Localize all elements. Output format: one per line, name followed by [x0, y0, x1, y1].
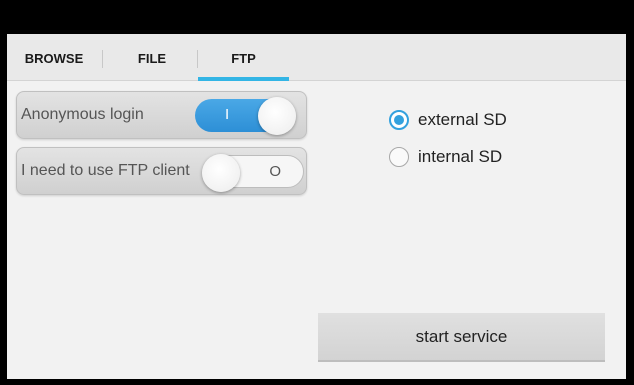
ftp-client-row: I need to use FTP client O [16, 147, 307, 195]
app-screen: BROWSE FILE FTP Anonymous login I I need… [7, 34, 626, 379]
switch-on-mark: I [225, 106, 230, 123]
radio-unchecked-icon[interactable] [389, 147, 409, 167]
start-service-button[interactable]: start service [318, 313, 605, 362]
status-bar [0, 0, 634, 34]
ftp-client-toggle[interactable]: O [202, 154, 304, 192]
ftp-client-label: I need to use FTP client [21, 162, 190, 179]
tab-file[interactable]: FILE [113, 34, 191, 80]
radio-external-sd-label: external SD [418, 110, 507, 129]
toggle-knob [202, 154, 240, 192]
radio-internal-sd-label: internal SD [418, 147, 503, 166]
toggle-knob [258, 97, 296, 135]
tab-browse[interactable]: BROWSE [15, 34, 93, 80]
radio-checked-icon[interactable] [389, 110, 409, 130]
active-tab-indicator [198, 77, 289, 81]
tab-ftp[interactable]: FTP [198, 34, 289, 80]
anonymous-login-toggle[interactable]: I [195, 97, 296, 135]
anonymous-login-label: Anonymous login [21, 106, 144, 123]
anonymous-login-row: Anonymous login I [16, 91, 307, 139]
tab-divider [102, 50, 103, 68]
tab-bar: BROWSE FILE FTP [7, 34, 626, 81]
switch-off-mark: O [269, 163, 281, 180]
